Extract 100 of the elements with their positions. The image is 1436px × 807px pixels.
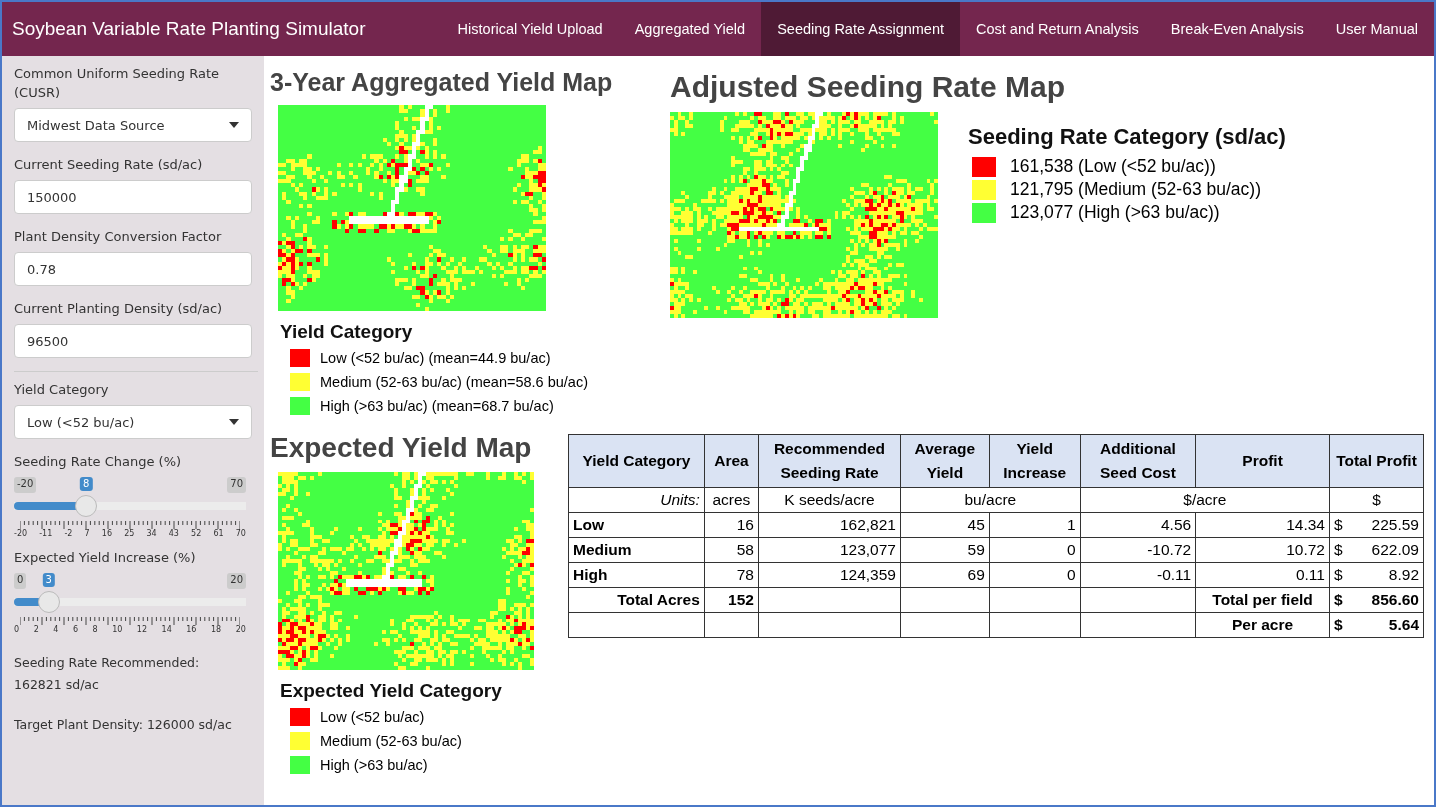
currency-sign: $	[1333, 516, 1343, 534]
tick-label: 7	[84, 529, 90, 538]
tick-label: 18	[211, 625, 222, 634]
nav-tab[interactable]: User Manual	[1319, 2, 1434, 56]
min-label: -20	[14, 477, 37, 493]
column-header: Recommended Seeding Rate	[758, 434, 901, 488]
tick-label: 20	[235, 625, 246, 634]
map-title: Expected Yield Map	[270, 432, 533, 464]
legend-label: High (>63 bu/ac)	[320, 757, 428, 773]
table-cell: Total per field	[1195, 587, 1330, 613]
table-cell: K seeds/acre	[758, 487, 901, 513]
tick-label: 70	[235, 529, 246, 538]
table-cell: 45	[900, 512, 990, 538]
column-header: Yield Category	[568, 434, 705, 488]
column-header: Total Profit	[1329, 434, 1424, 488]
table-cell: Low	[568, 512, 705, 538]
table-cell: High	[568, 562, 705, 588]
tick-label: 25	[124, 529, 135, 538]
column-header: Area	[704, 434, 759, 488]
tick-label: 61	[213, 529, 224, 538]
tick-label: 10	[112, 625, 123, 634]
output-text: Seeding Rate Recommended:	[14, 654, 201, 672]
table-cell: Units:	[568, 487, 705, 513]
legend-label: 161,538 (Low (<52 bu/ac))	[1010, 156, 1216, 177]
table-cell: 1	[989, 512, 1081, 538]
value-label: 8	[79, 477, 93, 491]
amount: 8.92	[1388, 566, 1419, 584]
nav-tab[interactable]: Aggregated Yield	[618, 2, 762, 56]
table-cell: -10.72	[1080, 537, 1196, 563]
field-label: Seeding Rate Change (%)	[14, 453, 183, 471]
min-label: 0	[14, 573, 27, 589]
tick-label: 16	[186, 625, 197, 634]
nav-tab[interactable]: Break-Even Analysis	[1154, 2, 1320, 56]
input-field[interactable]: 0.78	[14, 252, 252, 286]
legend-label: Medium (52-63 bu/ac) (mean=58.6 bu/ac)	[320, 374, 588, 390]
tick-label: 34	[146, 529, 157, 538]
column-header: Yield Increase	[989, 434, 1081, 488]
output-text: Target Plant Density: 126000 sd/ac	[14, 716, 233, 734]
legend-label: 121,795 (Medium (52-63 bu/ac))	[1010, 179, 1261, 200]
field-label: Expected Yield Increase (%)	[14, 549, 197, 567]
table-cell: 59	[900, 537, 990, 563]
table-cell: Total Acres	[568, 587, 705, 613]
dropdown[interactable]: Midwest Data Source	[14, 108, 252, 142]
output-text: 162821 sd/ac	[14, 676, 100, 694]
slider-handle[interactable]	[37, 591, 60, 613]
legend-title: Expected Yield Category	[280, 680, 503, 702]
app-title: Soybean Variable Rate Planting Simulator	[11, 17, 367, 41]
table-cell: 58	[704, 537, 759, 563]
nav-tab[interactable]: Cost and Return Analysis	[960, 2, 1155, 56]
tick-label: 52	[191, 529, 202, 538]
table-cell: $	[1329, 487, 1424, 513]
input-field[interactable]: 96500	[14, 324, 252, 358]
field-label: Common Uniform Seeding Rate (CUSR)	[14, 65, 221, 102]
legend-label: Low (<52 bu/ac)	[320, 709, 425, 725]
amount: 622.09	[1371, 541, 1419, 559]
currency-sign: $	[1333, 566, 1343, 584]
table-cell: 69	[900, 562, 990, 588]
table-cell: 152	[704, 587, 759, 613]
input-field[interactable]: 150000	[14, 180, 252, 214]
table-cell: 4.56	[1080, 512, 1196, 538]
tick-label: 16	[101, 529, 112, 538]
table-cell: 0	[989, 562, 1081, 588]
table-cell: 0.11	[1195, 562, 1330, 588]
nav-tab[interactable]: Historical Yield Upload	[441, 2, 619, 56]
slider-handle[interactable]	[75, 495, 98, 517]
tick-label: 43	[168, 529, 179, 538]
map-title: 3-Year Aggregated Yield Map	[270, 68, 614, 97]
tick-label: -2	[64, 529, 73, 538]
tick-label: 8	[92, 625, 98, 634]
value-label: 3	[42, 573, 55, 587]
tick-label: 4	[53, 625, 59, 634]
table-cell: Medium	[568, 537, 705, 563]
table-cell: $/acre	[1080, 487, 1330, 513]
amount: 5.64	[1388, 616, 1419, 634]
legend-label: 123,077 (High (>63 bu/ac))	[1010, 202, 1220, 223]
table-cell: Per acre	[1195, 612, 1330, 638]
max-label: 20	[227, 573, 246, 589]
legend-title: Yield Category	[280, 321, 414, 343]
amount: 225.59	[1371, 516, 1419, 534]
table-cell: 16	[704, 512, 759, 538]
column-header: Additional Seed Cost	[1080, 434, 1196, 488]
tick-label: -20	[14, 529, 28, 538]
table-cell: 162,821	[758, 512, 901, 538]
amount: 856.60	[1371, 591, 1419, 609]
currency-sign: $	[1333, 591, 1343, 609]
dropdown[interactable]: Low (<52 bu/ac)	[14, 405, 252, 439]
tick-label: 6	[72, 625, 78, 634]
table-cell: 10.72	[1195, 537, 1330, 563]
nav-tab[interactable]: Seeding Rate Assignment	[761, 2, 960, 56]
legend-label: Low (<52 bu/ac) (mean=44.9 bu/ac)	[320, 350, 551, 366]
max-label: 70	[227, 477, 246, 493]
table-cell: bu/acre	[900, 487, 1081, 513]
field-label: Plant Density Conversion Factor	[14, 228, 223, 246]
column-header: Profit	[1195, 434, 1330, 488]
tick-label: 14	[161, 625, 172, 634]
field-label: Yield Category	[14, 381, 110, 399]
caret-icon	[229, 122, 239, 128]
table-cell: 124,359	[758, 562, 901, 588]
table-cell: 0	[989, 537, 1081, 563]
table-cell: 123,077	[758, 537, 901, 563]
